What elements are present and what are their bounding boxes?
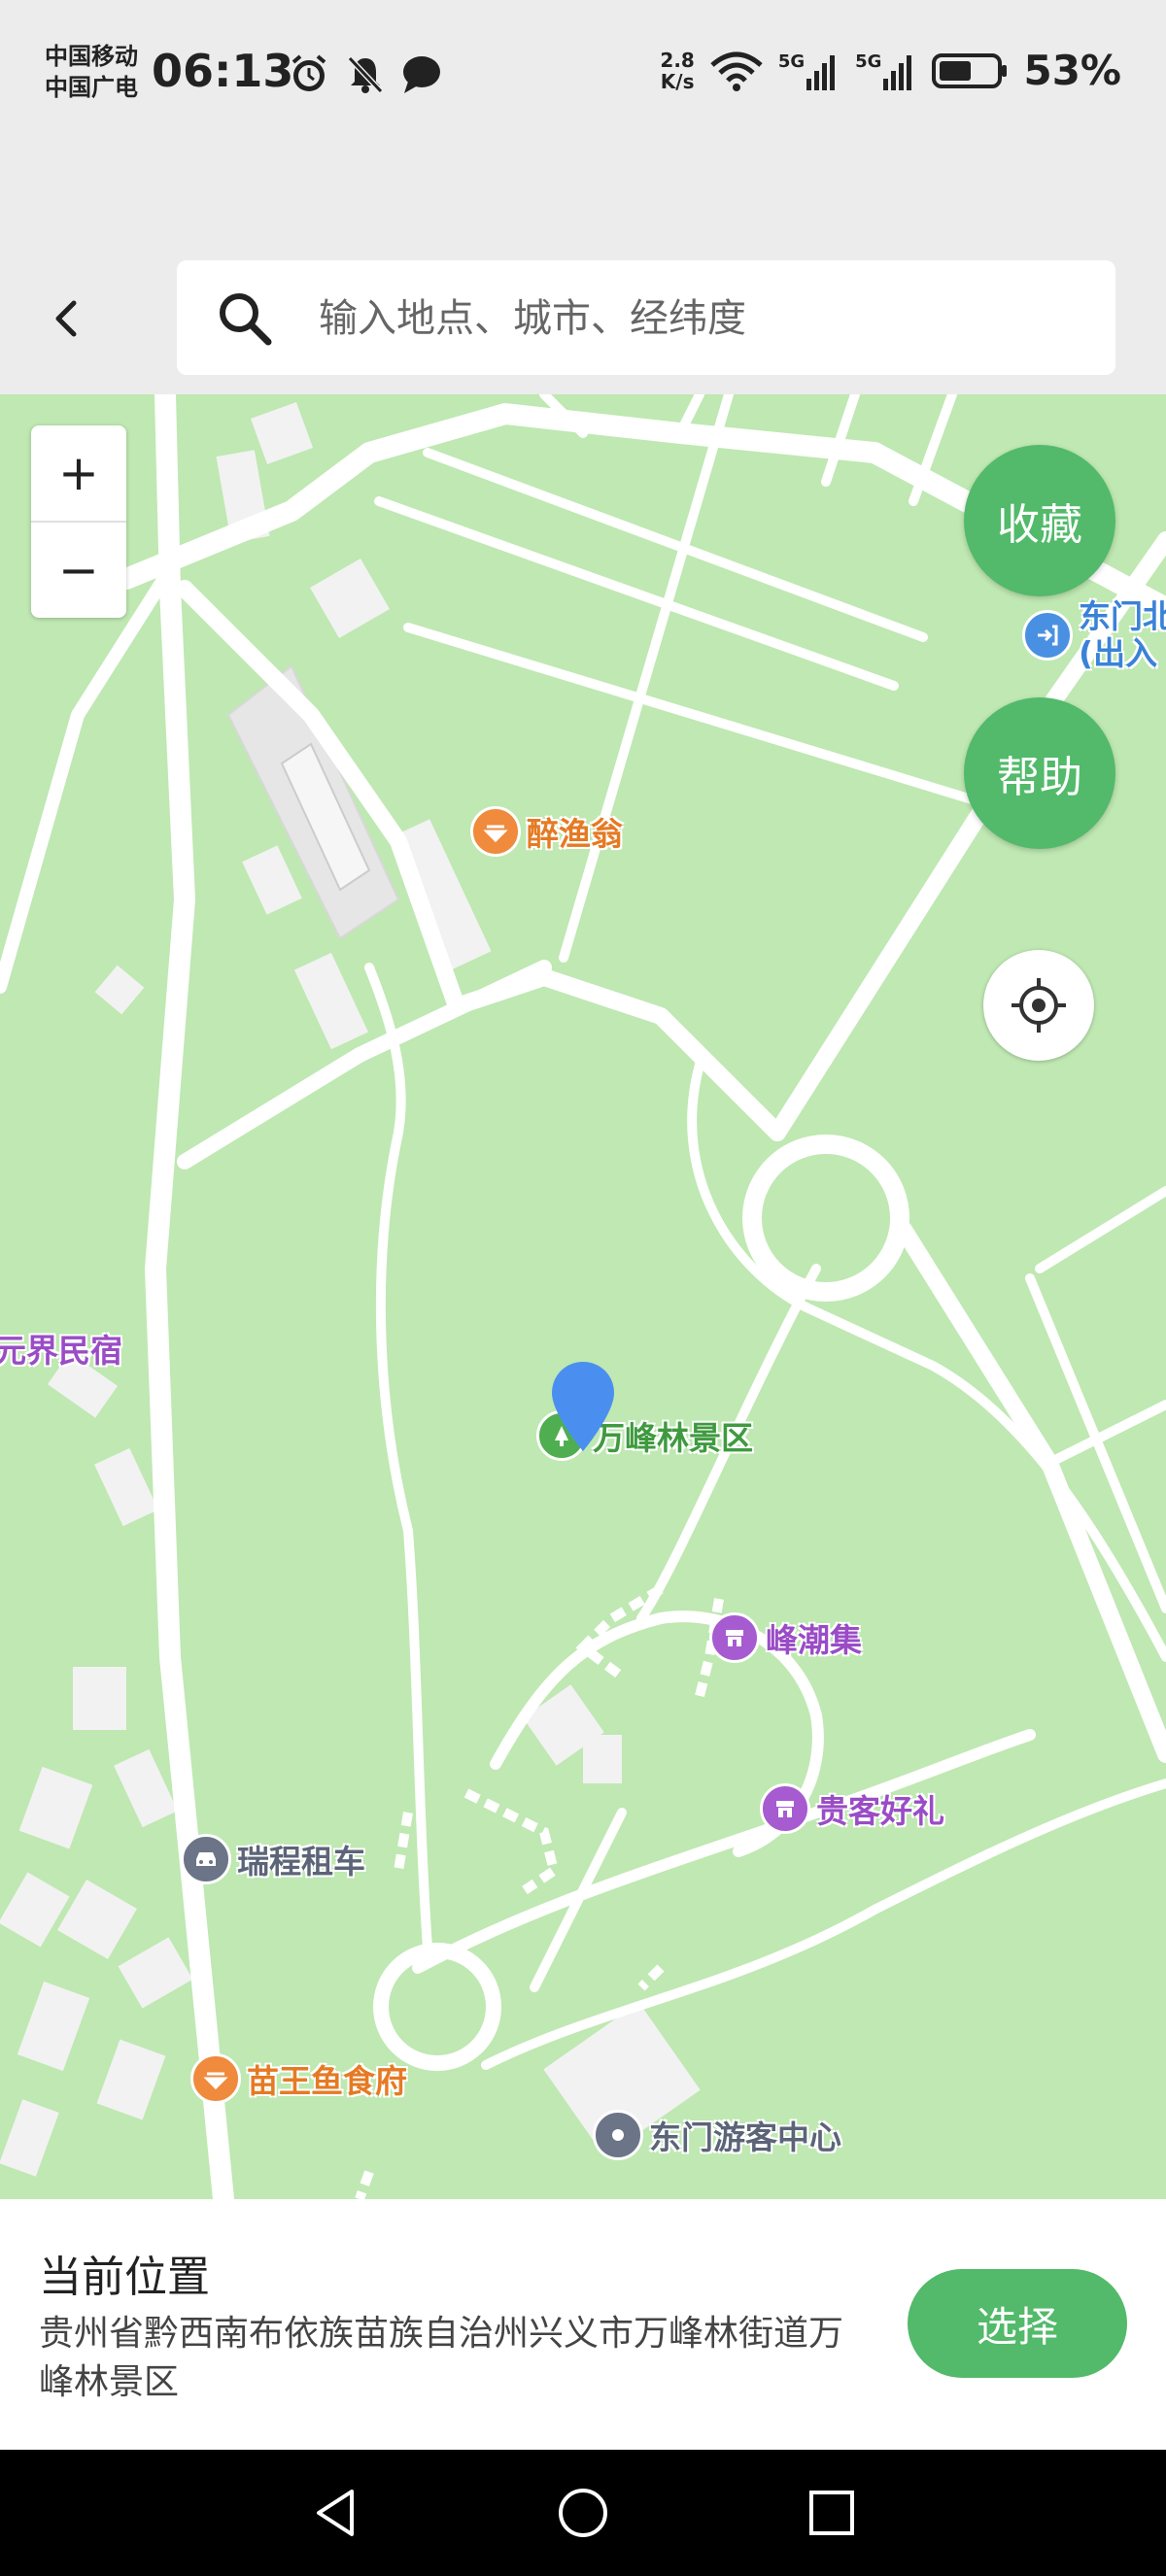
signal-icon bbox=[883, 54, 912, 90]
carrier-2: 中国广电 bbox=[45, 74, 138, 101]
restaurant-icon bbox=[190, 2053, 241, 2104]
locate-button[interactable] bbox=[983, 950, 1094, 1061]
poi-fengchaoji[interactable]: 峰潮集 bbox=[709, 1612, 862, 1663]
poi-visitor-center[interactable]: 东门游客中心 bbox=[593, 2110, 841, 2160]
signal-1: 5G bbox=[778, 51, 841, 90]
visitor-center-icon bbox=[593, 2110, 643, 2160]
search-box[interactable] bbox=[177, 260, 1115, 375]
net-speed: 2.8 K/s bbox=[660, 48, 695, 93]
system-indicators: 2.8 K/s 5G 5G 53% bbox=[660, 47, 1121, 94]
restaurant-icon bbox=[470, 806, 521, 857]
map-base bbox=[0, 394, 1166, 2199]
zoom-in-button[interactable]: + bbox=[31, 425, 126, 523]
message-icon bbox=[403, 56, 440, 93]
battery-percent: 53% bbox=[1023, 47, 1121, 94]
poi-miaowangyu[interactable]: 苗王鱼食府 bbox=[190, 2053, 407, 2104]
select-button[interactable]: 选择 bbox=[908, 2269, 1127, 2378]
search-input[interactable] bbox=[317, 286, 1088, 352]
poi-label: 峰潮集 bbox=[766, 1621, 862, 1659]
poi-label: 苗王鱼食府 bbox=[247, 2062, 407, 2100]
poi-label: 万峰林景区 bbox=[593, 1419, 753, 1457]
status-bar: 中国移动 中国广电 06:13 2.8 K/s 5G 5G 53% bbox=[0, 0, 1166, 146]
shop-icon bbox=[760, 1783, 810, 1834]
home-circle-icon[interactable] bbox=[554, 2484, 612, 2542]
poi-label: 元界民宿 bbox=[0, 1332, 122, 1370]
poi-east-gate[interactable]: 东门北 (出入 bbox=[1022, 598, 1166, 672]
location-pin-icon[interactable] bbox=[550, 1360, 616, 1453]
car-icon bbox=[181, 1834, 231, 1884]
search-header bbox=[0, 243, 1166, 394]
clock: 06:13 bbox=[152, 45, 294, 97]
help-button[interactable]: 帮助 bbox=[964, 697, 1115, 849]
alarm-icon bbox=[292, 54, 326, 91]
favorite-button[interactable]: 收藏 bbox=[964, 445, 1115, 596]
zoom-control: + − bbox=[31, 425, 126, 618]
chevron-left-icon bbox=[55, 300, 77, 337]
address-text: 贵州省黔西南布依族苗族自治州兴义市万峰林街道万峰林景区 bbox=[39, 2314, 844, 2402]
shop-icon bbox=[709, 1612, 760, 1663]
panel-title: 当前位置 bbox=[39, 2253, 210, 2302]
bell-off-icon bbox=[347, 55, 384, 94]
map-view[interactable]: + − 收藏 帮助 东门北 (出入 醉渔翁 元界民宿 万峰林景区 峰潮集 贵客好… bbox=[0, 394, 1166, 2199]
wifi-icon bbox=[710, 51, 763, 91]
poi-label: 东门北 (出入 bbox=[1079, 597, 1166, 672]
map-roads bbox=[0, 394, 1166, 2199]
location-panel: 当前位置 贵州省黔西南布依族苗族自治州兴义市万峰林街道万峰林景区 选择 bbox=[0, 2199, 1166, 2450]
search-icon bbox=[220, 293, 272, 346]
poi-label: 贵客好礼 bbox=[816, 1792, 944, 1830]
zoom-out-button[interactable]: − bbox=[31, 523, 126, 618]
crosshair-icon bbox=[1012, 978, 1066, 1033]
poi-zuiyuweng[interactable]: 醉渔翁 bbox=[470, 806, 623, 857]
signal-icon bbox=[806, 54, 836, 90]
recents-square-icon[interactable] bbox=[803, 2484, 861, 2542]
poi-label: 瑞程租车 bbox=[237, 1843, 365, 1881]
carrier-info: 中国移动 中国广电 bbox=[45, 41, 138, 103]
signal-2: 5G bbox=[855, 51, 918, 90]
navigation-bar bbox=[0, 2450, 1166, 2576]
entrance-icon bbox=[1022, 610, 1073, 661]
back-button[interactable] bbox=[39, 289, 97, 348]
poi-label: 醉渔翁 bbox=[527, 815, 623, 853]
back-triangle-icon[interactable] bbox=[307, 2484, 365, 2542]
battery-icon bbox=[932, 52, 1008, 88]
poi-ruicheng[interactable]: 瑞程租车 bbox=[181, 1834, 365, 1884]
notification-icons bbox=[288, 52, 443, 95]
carrier-1: 中国移动 bbox=[45, 43, 138, 70]
poi-label: 东门游客中心 bbox=[649, 2118, 841, 2156]
poi-guikehaoli[interactable]: 贵客好礼 bbox=[760, 1783, 944, 1834]
poi-yuanjie[interactable]: 元界民宿 bbox=[0, 1325, 122, 1372]
